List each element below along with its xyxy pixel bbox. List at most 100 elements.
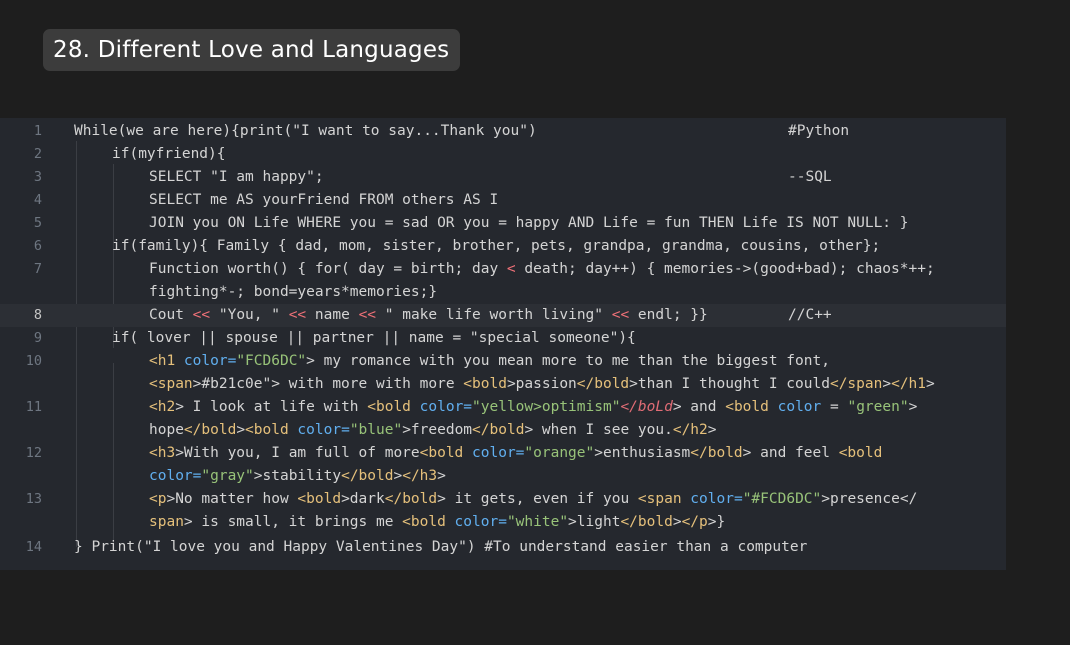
code-line-wrap[interactable]: fighting*-; bond=years*memories;} [0,281,1006,304]
html-tag: </bold [472,422,525,438]
code-comment: #Python [788,123,850,139]
code-text: if(family){ Family { dad, mom, sister, b… [112,238,881,254]
code-token: > [437,468,446,484]
code-text: if(myfriend){ [112,146,226,162]
line-number: 12 [25,445,42,461]
code-text: SELECT "I am happy"; [149,169,324,185]
html-tag: </h1 [891,376,927,392]
code-line[interactable]: 6 if(family){ Family { dad, mom, sister,… [0,235,1006,258]
html-invalid-tag: </boLd [620,399,673,415]
code-line[interactable]: 9 if( lover || spouse || partner || name… [0,327,1006,350]
line-number: 13 [25,491,42,507]
code-line-active[interactable]: 8 Cout << "You, " << name << " make life… [0,304,1006,327]
html-tag: </bold [620,514,673,530]
code-token: >With you, I am full of more [175,445,420,461]
code-line[interactable]: 4 SELECT me AS yourFriend FROM others AS… [0,189,1006,212]
code-line[interactable]: 1 While(we are here){print("I want to sa… [0,120,1006,143]
code-token: > my romance with you mean more to me th… [306,353,830,369]
code-token: > is small, it brings me [183,514,403,530]
html-string: "gray" [201,468,254,484]
code-editor[interactable]: 1 While(we are here){print("I want to sa… [0,118,1006,570]
line-number: 2 [33,146,42,162]
code-token: > I look at life with [175,399,368,415]
code-token: >stability [253,468,342,484]
html-tag: </h3 [402,468,438,484]
code-token: hope [149,422,184,438]
code-token: Function worth() { for( day = birth; day [149,261,507,277]
html-string: "yellow>optimism" [472,399,621,415]
code-line-wrap[interactable]: hope</bold><bold color="blue">freedom</b… [0,419,1006,442]
code-line[interactable]: 13 <p>No matter how <bold>dark</bold> it… [0,488,1006,511]
html-attr: color= [288,422,350,438]
html-tag: <bold [402,514,446,530]
code-token: >} [707,514,726,530]
html-tag: <bold [367,399,411,415]
html-attr: color= [445,514,507,530]
code-token: > [236,422,246,438]
line-number: 10 [25,353,42,369]
code-text: While(we are here){print("I want to say.… [74,123,537,139]
html-attr: color [768,399,822,415]
html-tag: </bold [576,376,630,392]
html-tag: <p [149,491,167,507]
code-line[interactable]: 2 if(myfriend){ [0,143,1006,166]
code-text: if( lover || spouse || partner || name =… [112,330,636,346]
code-comment: --SQL [788,169,832,185]
html-attr: color= [175,353,237,369]
html-tag: span [149,514,184,530]
code-operator: << [358,307,377,323]
html-tag: </bold [341,468,394,484]
html-tag: <h3 [149,445,176,461]
line-number: 5 [33,215,42,231]
html-string: "green" [847,399,909,415]
code-token: > [882,376,892,392]
html-tag: </p [681,514,708,530]
code-text: Cout << "You, " << name << " make life w… [149,304,708,327]
code-line-wrap[interactable]: <span>#b21c0e"> with more with more <bol… [0,373,1006,396]
html-tag: <span [637,491,682,507]
html-tag: <bold [463,376,507,392]
code-line[interactable]: 11 <h2> I look at life with <bold color=… [0,396,1006,419]
code-line[interactable]: 14 } Print("I love you and Happy Valenti… [0,536,1006,559]
code-line-wrap[interactable]: color="gray">stability</bold></h3> [0,465,1006,488]
html-tag: </h2 [672,422,708,438]
code-comment: //C++ [788,307,832,323]
html-tag: <span [149,376,193,392]
code-token: endl; }} [629,307,708,323]
line-number: 11 [25,399,42,415]
code-line[interactable]: 7 Function worth() { for( day = birth; d… [0,258,1006,281]
html-string: "FCD6DC" [236,353,307,369]
code-text: fighting*-; bond=years*memories;} [149,284,438,300]
code-token: >presence</ [821,491,918,507]
line-number: 3 [33,169,42,185]
html-tag: </bold [690,445,743,461]
code-token: >passion [506,376,577,392]
code-line[interactable]: 3 SELECT "I am happy"; --SQL [0,166,1006,189]
code-token: >No matter how [166,491,298,507]
html-string: "orange" [524,445,595,461]
code-text: <h3>With you, I am full of more<bold col… [149,442,882,465]
code-token: > and [672,399,726,415]
code-token: > and feel [742,445,839,461]
line-number: 14 [25,539,42,555]
code-text: SELECT me AS yourFriend FROM others AS I [149,192,499,208]
code-token: >dark [341,491,385,507]
code-text: } Print("I love you and Happy Valentines… [74,539,808,555]
code-token: > it gets, even if you [437,491,638,507]
code-token: > [672,514,682,530]
html-string: "blue" [349,422,403,438]
code-token: > when I see you. [524,422,673,438]
html-tag: <bold [838,445,883,461]
code-token: > [926,376,935,392]
code-token: "You, " [210,307,289,323]
code-line-wrap[interactable]: span> is small, it brings me <bold color… [0,511,1006,534]
html-tag: </bold [384,491,438,507]
code-token: name [306,307,359,323]
html-attr: color= [681,491,743,507]
line-number: 8 [33,307,42,323]
code-line[interactable]: 10 <h1 color="FCD6DC"> my romance with y… [0,350,1006,373]
line-number: 6 [33,238,42,254]
line-number: 9 [33,330,42,346]
code-line[interactable]: 12 <h3>With you, I am full of more<bold … [0,442,1006,465]
code-line[interactable]: 5 JOIN you ON Life WHERE you = sad OR yo… [0,212,1006,235]
